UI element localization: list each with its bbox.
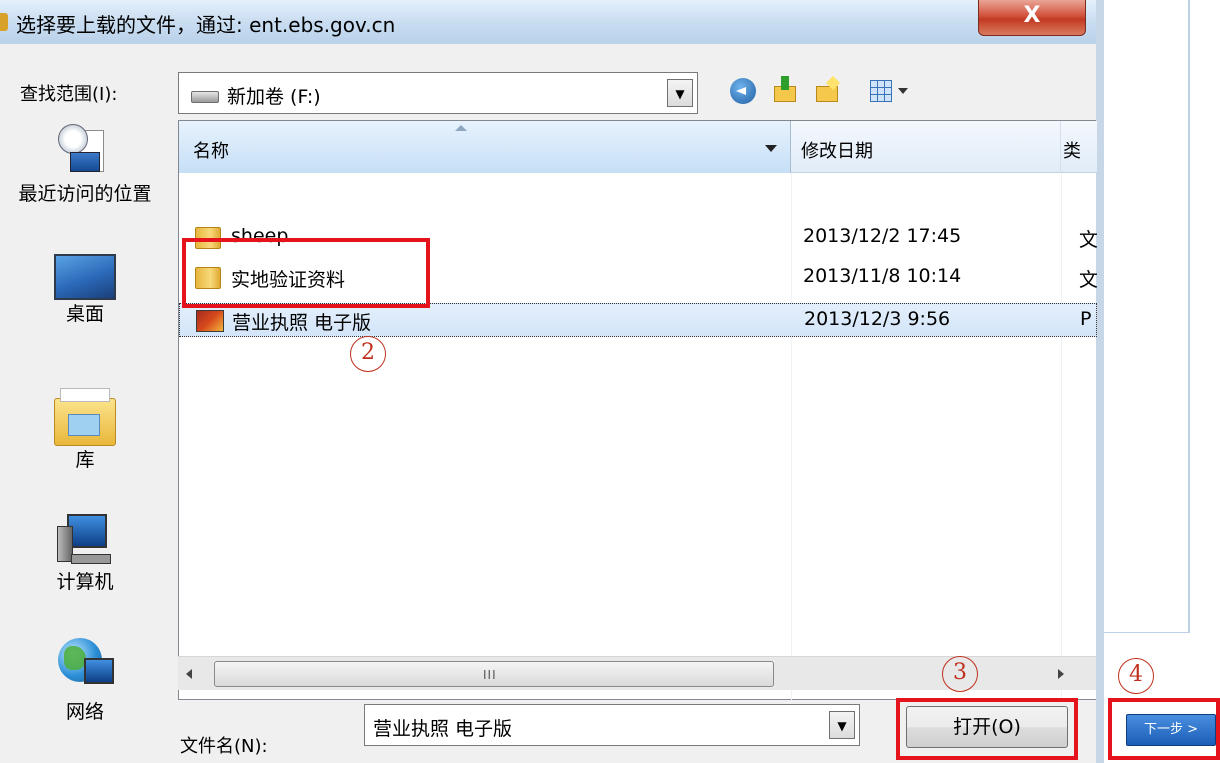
file-row-selected[interactable]: 营业执照 电子版 2013/12/3 9:56 P: [179, 303, 1097, 337]
file-type: P: [1080, 308, 1092, 330]
column-header-type[interactable]: 类: [1061, 121, 1097, 173]
place-library[interactable]: 库: [0, 384, 170, 471]
desktop-icon: [54, 254, 116, 300]
file-date: 2013/12/3 9:56: [804, 308, 951, 330]
window-title: 选择要上载的文件，通过: ent.ebs.gov.cn: [16, 13, 396, 37]
network-icon: [54, 638, 116, 698]
column-header-date[interactable]: 修改日期: [791, 121, 1061, 173]
column-header-row: 名称 修改日期 类: [179, 121, 1097, 173]
place-label: 最近访问的位置: [18, 183, 152, 205]
look-in-label: 查找范围(I):: [20, 84, 118, 105]
page-divider: [1100, 632, 1190, 633]
dialog-body: 查找范围(I): 新加卷 (F:) ▼ 最近访问的位置 桌面 库 计算机 网络 …: [0, 44, 1097, 763]
place-label: 网络: [65, 701, 104, 723]
place-computer[interactable]: 计算机: [0, 512, 170, 593]
library-icon: [54, 384, 116, 446]
look-in-dropdown[interactable]: 新加卷 (F:) ▼: [178, 72, 698, 114]
title-bar[interactable]: 选择要上载的文件，通过: ent.ebs.gov.cn X: [0, 0, 1096, 44]
computer-icon: [55, 512, 115, 568]
sort-ascending-icon: [455, 125, 467, 131]
file-name-label: 文件名(N):: [180, 736, 268, 757]
chevron-down-icon[interactable]: [765, 145, 777, 152]
scrollbar-thumb[interactable]: III: [214, 661, 774, 687]
new-folder-icon[interactable]: [814, 75, 841, 104]
scroll-left-arrow-icon[interactable]: [186, 669, 192, 679]
scrollbar-grip: III: [483, 668, 497, 682]
column-type-label: 类: [1063, 141, 1081, 162]
highlight-selected-file: [182, 238, 430, 308]
file-type: 文: [1079, 229, 1097, 251]
file-type: 文: [1079, 269, 1097, 291]
place-desktop[interactable]: 桌面: [0, 254, 170, 325]
recent-places-icon: [56, 124, 114, 180]
file-date: 2013/12/2 17:45: [803, 225, 962, 247]
step-marker-3: 3: [942, 656, 978, 692]
column-date-label: 修改日期: [801, 141, 873, 162]
views-dropdown-arrow-icon[interactable]: [898, 88, 908, 94]
file-upload-dialog: 选择要上载的文件，通过: ent.ebs.gov.cn X 查找范围(I): 新…: [0, 0, 1104, 763]
place-label: 库: [75, 449, 95, 471]
file-list[interactable]: 名称 修改日期 类 sheep 2013/12/2 17:45 文 实地验证资料…: [178, 120, 1097, 701]
drive-icon: [191, 91, 219, 103]
step-marker-4: 4: [1118, 658, 1154, 694]
highlight-open-button: [896, 698, 1078, 760]
up-folder-icon[interactable]: [772, 76, 798, 104]
place-recent[interactable]: 最近访问的位置: [0, 124, 170, 205]
file-date: 2013/11/8 10:14: [803, 265, 962, 287]
places-bar: 最近访问的位置 桌面 库 计算机 网络: [0, 120, 176, 723]
background-web-page: [1100, 0, 1220, 763]
back-icon[interactable]: [730, 78, 756, 104]
file-name: 营业执照 电子版: [232, 312, 372, 334]
file-name-value: 营业执照 电子版: [373, 718, 513, 740]
step-marker-2: 2: [350, 336, 386, 372]
place-network[interactable]: 网络: [0, 638, 170, 723]
close-button[interactable]: X: [978, 0, 1086, 36]
chevron-down-icon[interactable]: ▼: [667, 79, 693, 107]
file-name-input[interactable]: 营业执照 电子版 ▼: [364, 704, 860, 746]
place-label: 桌面: [65, 303, 104, 325]
highlight-next-button: [1108, 698, 1220, 760]
look-in-value: 新加卷 (F:): [227, 86, 321, 108]
column-name-label: 名称: [193, 141, 229, 162]
page-frame-border: [1188, 0, 1190, 632]
scroll-right-arrow-icon[interactable]: [1058, 669, 1064, 679]
column-header-name[interactable]: 名称: [179, 121, 791, 173]
app-icon: [0, 13, 8, 31]
place-label: 计算机: [56, 571, 114, 593]
image-file-icon: [196, 310, 224, 332]
views-menu-icon[interactable]: [870, 80, 892, 102]
chevron-down-icon[interactable]: ▼: [829, 711, 855, 739]
